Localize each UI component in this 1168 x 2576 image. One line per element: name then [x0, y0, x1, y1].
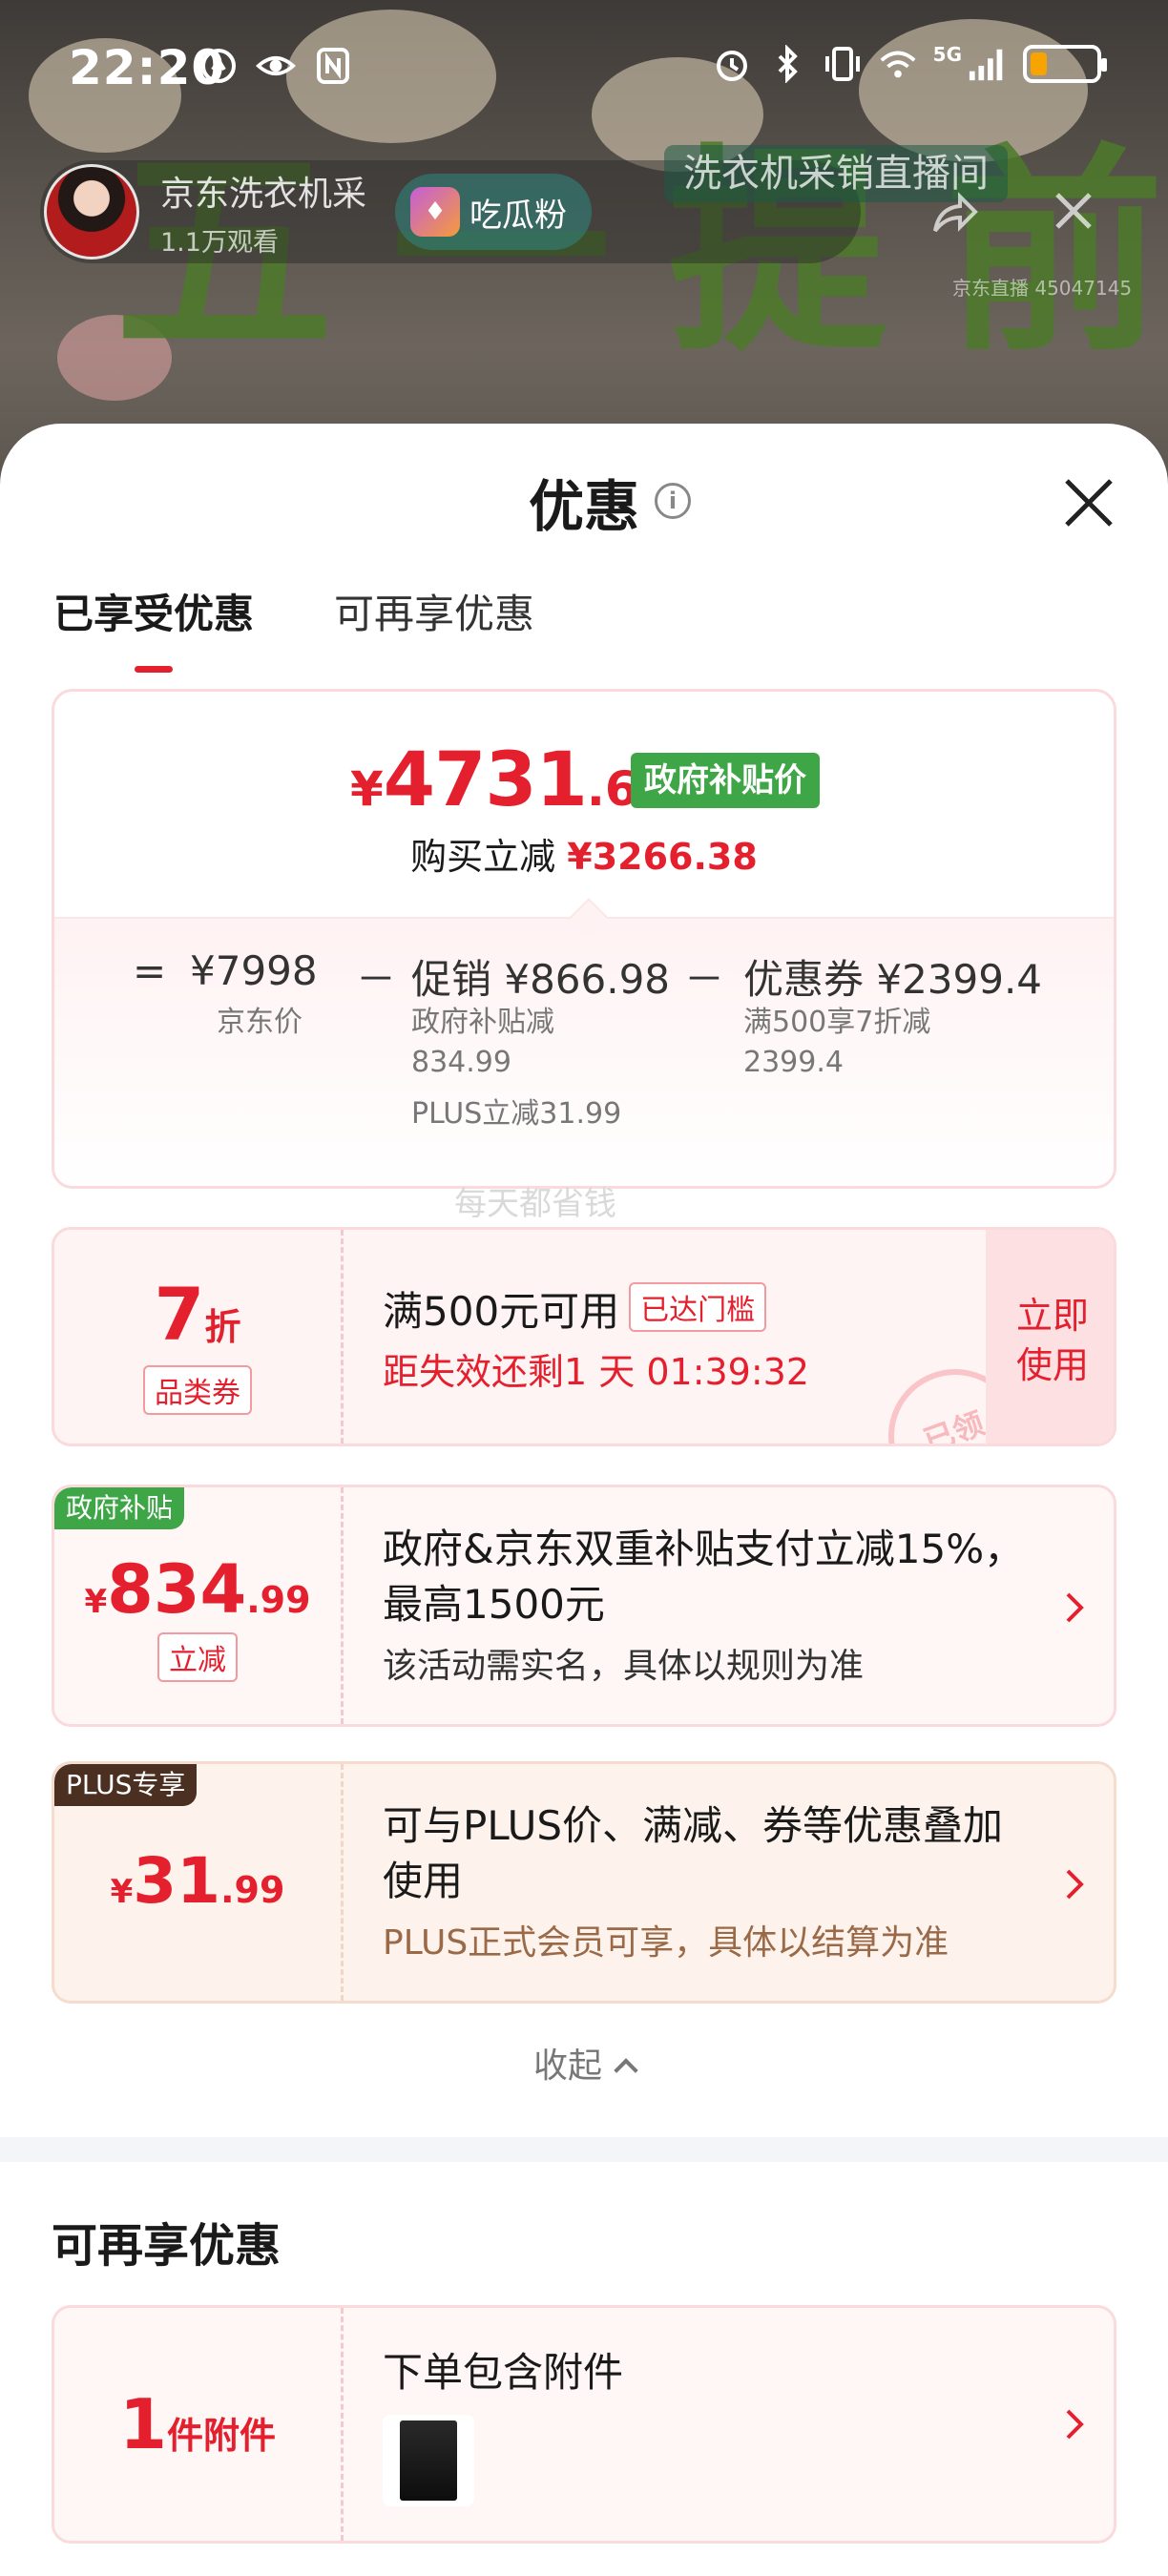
room-id: 京东直播 45047145: [952, 277, 1133, 300]
tab-bar: 已享受优惠 可再享优惠: [53, 582, 534, 673]
alarm-icon: [712, 44, 752, 84]
tab-enjoyed[interactable]: 已享受优惠: [53, 582, 254, 673]
fan-group-button[interactable]: ♦ 吃瓜粉: [395, 174, 592, 250]
threshold-met-badge: 已达门槛: [629, 1282, 767, 1332]
jd-price: ¥7998: [190, 947, 318, 994]
chevron-right-icon[interactable]: [1056, 1863, 1095, 1905]
minus-sign: －: [356, 956, 397, 1003]
plus-discount-card[interactable]: PLUS专享 ¥31.99 可与PLUS价、满减、券等优惠叠加使用 PLUS正式…: [52, 1761, 1116, 2004]
plus-discount-amount: ¥31.99: [110, 1844, 285, 1918]
eye-icon: [256, 46, 296, 86]
close-live-icon[interactable]: [1050, 187, 1097, 235]
data-saver-icon: [198, 46, 239, 86]
info-icon[interactable]: i: [655, 483, 691, 519]
sheet-title: 优惠: [528, 474, 639, 539]
close-icon[interactable]: [1059, 473, 1118, 532]
chevron-up-icon: [614, 2058, 638, 2083]
gov-subsidy-note: 该活动需实名，具体以规则为准: [383, 1647, 865, 1686]
coupon-title: 满500元可用 已达门槛: [383, 1279, 767, 1338]
bluetooth-icon: [767, 44, 807, 84]
status-bar: 22:20 5G: [0, 0, 1168, 134]
chevron-right-icon[interactable]: [1056, 1587, 1095, 1629]
fan-group-label: 吃瓜粉: [469, 196, 567, 235]
tab-more[interactable]: 可再享优惠: [334, 582, 534, 640]
price-summary-card: ¥4731.62 政府补贴价 购买立减 ¥3266.38 = ¥7998 京东价…: [52, 689, 1116, 1189]
gov-subsidy-desc: 政府&京东双重补贴支付立减15%，最高1500元: [383, 1526, 1025, 1628]
coupon-category: 品类券: [143, 1365, 252, 1415]
battery-icon: [1023, 45, 1107, 83]
accessory-title: 下单包含附件: [383, 2349, 624, 2396]
fan-badge-icon: ♦: [410, 187, 460, 237]
plus-exclusive-tag: PLUS专享: [54, 1764, 198, 1806]
streamer-avatar[interactable]: [44, 164, 139, 260]
discount-sheet: 优惠 i 已享受优惠 可再享优惠 ¥4731.62 政府补贴价 购买立减 ¥32…: [0, 424, 1168, 2576]
gov-subsidy-card[interactable]: 政府补贴 ¥834.99 立减 政府&京东双重补贴支付立减15%，最高1500元…: [52, 1485, 1116, 1727]
coupon-amount: 优惠券 ¥2399.4: [743, 956, 1043, 1003]
accessory-card[interactable]: 1件附件 下单包含附件: [52, 2305, 1116, 2544]
use-now-button[interactable]: 立即 使用: [986, 1230, 1114, 1444]
more-discounts-title: 可再享优惠: [52, 2219, 282, 2273]
wifi-icon: [878, 44, 918, 84]
plus-note: PLUS正式会员可享，具体以结算为准: [383, 1923, 949, 1963]
coupon-breakdown: 满500享7折减 2399.4: [743, 1006, 931, 1079]
chevron-right-icon[interactable]: [1056, 2403, 1095, 2445]
gov-subsidy-amount: ¥834.99: [84, 1550, 311, 1629]
final-price: ¥4731.62: [350, 737, 672, 823]
collapse-button[interactable]: 收起: [0, 2038, 1168, 2088]
jd-price-label: 京东价: [217, 1006, 302, 1039]
equals-sign: =: [133, 947, 167, 994]
promo-amount: 促销 ¥866.98: [411, 956, 671, 1003]
network-label: 5G: [932, 43, 962, 66]
gov-subsidy-tag: 政府补贴: [54, 1487, 185, 1529]
gov-subsidy-price-tag: 政府补贴价: [631, 753, 820, 808]
accessory-thumbnail[interactable]: [383, 2415, 474, 2506]
instant-cut-chip: 立减: [157, 1632, 238, 1682]
instant-discount: 购买立减 ¥3266.38: [410, 836, 758, 878]
share-icon[interactable]: [929, 189, 979, 239]
minus-sign: －: [684, 956, 725, 1003]
coupon-discount-value: 7折: [154, 1272, 241, 1357]
viewer-count: 1.1万观看: [160, 227, 279, 258]
streamer-name: 京东洗衣机采: [160, 174, 367, 214]
vibrate-icon: [823, 44, 863, 84]
coupon-expire-countdown: 距失效还剩1 天 01:39:32: [383, 1351, 810, 1393]
nfc-icon: [313, 46, 353, 86]
category-coupon-card[interactable]: 7折 品类券 满500元可用 已达门槛 距失效还剩1 天 01:39:32 已领 …: [52, 1227, 1116, 1446]
promo-breakdown: 政府补贴减 834.99 PLUS立减31.99: [411, 1006, 622, 1131]
plus-desc: 可与PLUS价、满减、券等优惠叠加使用: [383, 1802, 1004, 1904]
accessory-count: 1件附件: [118, 2384, 277, 2464]
signal-icon: [968, 44, 1008, 84]
watermark-text: 每天都省钱: [454, 1185, 616, 1223]
